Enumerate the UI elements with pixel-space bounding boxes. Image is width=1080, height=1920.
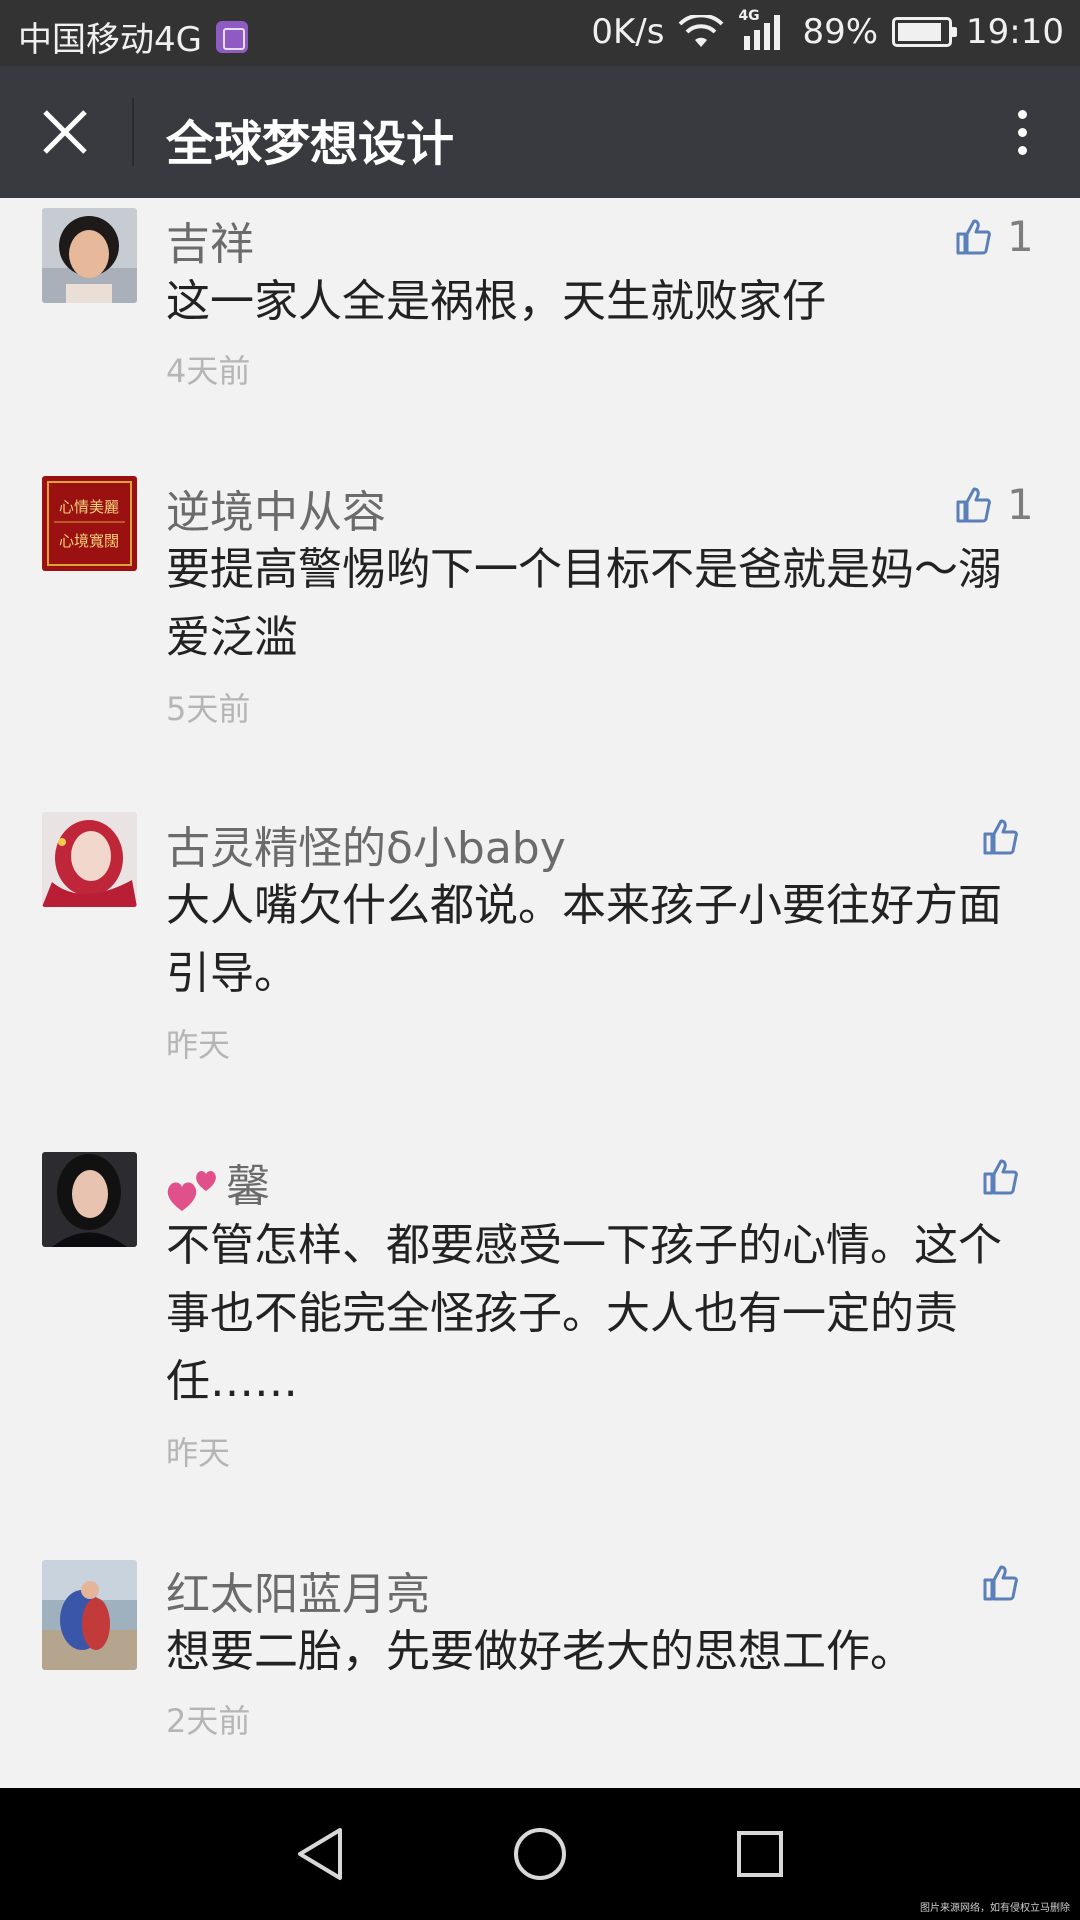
recents-square-icon bbox=[737, 1831, 783, 1877]
title-divider bbox=[132, 98, 134, 166]
comment-text: 大人嘴欠什么都说。本来孩子小要往好方面引导。 bbox=[166, 880, 1002, 999]
comment-author[interactable]: 吉祥 bbox=[166, 208, 254, 272]
recent-apps-button[interactable] bbox=[724, 1818, 796, 1890]
comment-author-name: 馨 bbox=[226, 1161, 270, 1212]
battery-icon bbox=[892, 17, 958, 47]
comment-author[interactable]: 馨 bbox=[166, 1150, 270, 1214]
comment-author[interactable]: 逆境中从容 bbox=[166, 476, 386, 540]
avatar[interactable]: 心情美麗 心境寬闊 bbox=[42, 476, 137, 571]
comment-time: 昨天 bbox=[166, 1026, 231, 1064]
like-button[interactable]: 1 bbox=[955, 480, 1034, 529]
home-button[interactable] bbox=[504, 1818, 576, 1890]
battery-level bbox=[898, 23, 941, 41]
wifi-icon bbox=[679, 15, 724, 47]
avatar[interactable] bbox=[42, 1152, 137, 1247]
comment-time: 2天前 bbox=[166, 1702, 251, 1740]
thumbs-up-icon bbox=[956, 487, 991, 522]
page-title: 全球梦想设计 bbox=[166, 116, 455, 172]
comment-author[interactable]: 古灵精怪的δ小baby bbox=[166, 812, 566, 876]
avatar[interactable] bbox=[42, 208, 137, 303]
comment-time: 昨天 bbox=[166, 1434, 231, 1472]
home-circle-icon bbox=[514, 1828, 566, 1880]
carrier-label: 中国移动4G bbox=[18, 20, 202, 60]
like-count: 1 bbox=[1007, 212, 1034, 261]
thumbs-up-icon bbox=[983, 1159, 1018, 1195]
image-notification-icon bbox=[215, 20, 248, 53]
navigation-bar: 图片来源网络，如有侵权立马删除 bbox=[0, 1788, 1080, 1920]
avatar-text-line-2: 心境寬闊 bbox=[59, 532, 119, 550]
close-button[interactable] bbox=[26, 96, 104, 168]
back-triangle-icon bbox=[298, 1828, 342, 1880]
comment-text: 要提高警惕哟下一个目标不是爸就是妈～溺爱泛滥 bbox=[166, 544, 1002, 663]
comment-author[interactable]: 红太阳蓝月亮 bbox=[166, 1558, 430, 1622]
like-button[interactable] bbox=[982, 1158, 1034, 1196]
like-button[interactable]: 1 bbox=[955, 212, 1034, 261]
comment-time: 5天前 bbox=[166, 690, 251, 728]
like-button[interactable] bbox=[982, 818, 1034, 856]
comment-text: 不管怎样、都要感受一下孩子的心情。这个事也不能完全怪孩子。大人也有一定的责任…… bbox=[166, 1220, 1002, 1407]
thumbs-up-icon bbox=[983, 819, 1018, 855]
like-button[interactable] bbox=[982, 1564, 1034, 1602]
cell-signal-icon: 4G bbox=[738, 8, 788, 52]
back-button[interactable] bbox=[284, 1818, 356, 1890]
more-dot bbox=[1017, 127, 1027, 137]
comment-list[interactable]: 吉祥 这一家人全是祸根，天生就败家仔 4天前 1 心情美麗 心境寬闊 逆境中从容… bbox=[0, 198, 1080, 1788]
thumbs-up-icon bbox=[983, 1565, 1018, 1601]
close-icon bbox=[43, 110, 87, 154]
comment-text: 这一家人全是祸根，天生就败家仔 bbox=[166, 276, 826, 327]
avatar[interactable] bbox=[42, 812, 137, 907]
title-bar: 全球梦想设计 bbox=[0, 66, 1080, 198]
clock: 19:10 bbox=[966, 12, 1064, 52]
comment-time: 4天前 bbox=[166, 352, 251, 390]
battery-percent: 89% bbox=[802, 12, 879, 52]
status-bar: 中国移动4G 0K/s 4G 89% 19:10 bbox=[0, 0, 1080, 66]
network-speed: 0K/s bbox=[591, 12, 665, 52]
avatar-text-line-1: 心情美麗 bbox=[59, 498, 119, 516]
more-menu-button[interactable] bbox=[986, 96, 1058, 168]
comment-text: 想要二胎，先要做好老大的思想工作。 bbox=[166, 1626, 914, 1677]
hearts-icon bbox=[167, 1171, 216, 1211]
thumbs-up-icon bbox=[956, 219, 991, 254]
avatar[interactable] bbox=[42, 1560, 137, 1670]
like-count: 1 bbox=[1007, 480, 1034, 529]
more-dots-icon bbox=[1017, 109, 1027, 119]
more-dot bbox=[1017, 145, 1027, 155]
watermark: 图片来源网络，如有侵权立马删除 bbox=[920, 1903, 1070, 1914]
